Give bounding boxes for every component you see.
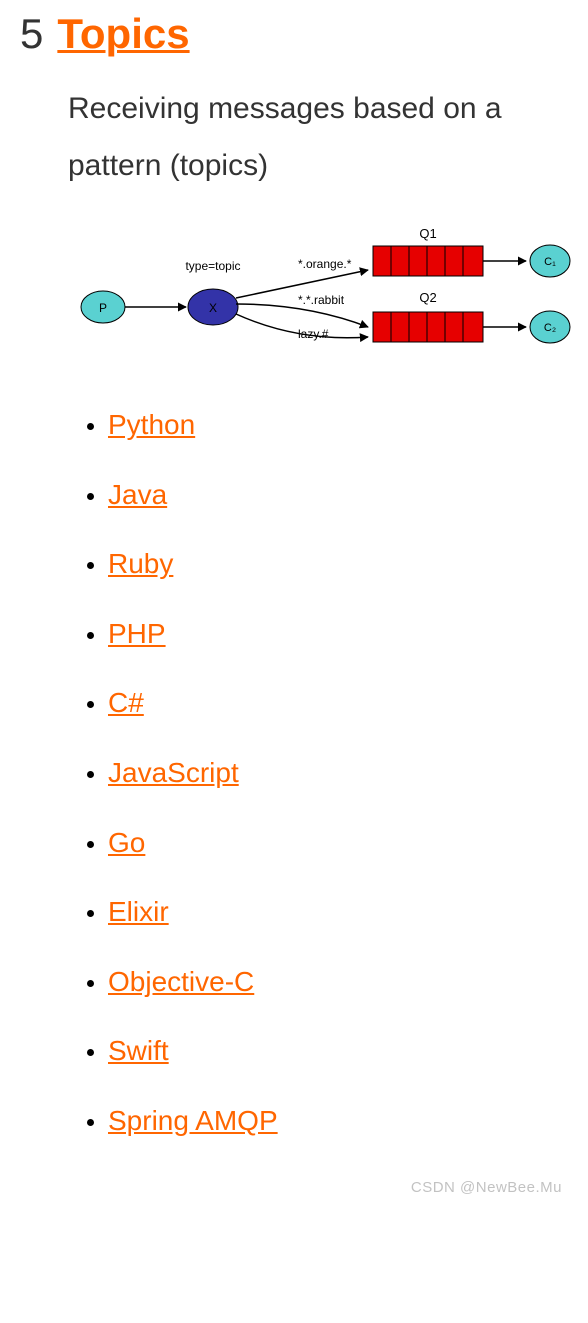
list-item: Objective-C — [108, 965, 588, 999]
lang-link[interactable]: Go — [108, 827, 145, 858]
consumer-label-1: C₂ — [544, 322, 556, 334]
queue-1 — [373, 312, 483, 342]
lang-link[interactable]: C# — [108, 687, 144, 718]
queue-0 — [373, 246, 483, 276]
language-list: Python Java Ruby PHP C# JavaScript Go El… — [68, 408, 588, 1138]
lang-link[interactable]: Python — [108, 409, 195, 440]
list-item: JavaScript — [108, 756, 588, 790]
exchange-type-label: type=topic — [185, 259, 240, 273]
lang-link[interactable]: JavaScript — [108, 757, 239, 788]
lang-link[interactable]: Java — [108, 479, 167, 510]
list-item: Spring AMQP — [108, 1104, 588, 1138]
binding-key-1: *.*.rabbit — [298, 293, 345, 307]
exchange-label: X — [209, 301, 217, 315]
queue-label-0: Q1 — [419, 226, 436, 241]
section-number: 5 — [20, 10, 43, 58]
list-item: C# — [108, 686, 588, 720]
binding-key-2: lazy.# — [298, 327, 329, 341]
producer-label: P — [99, 301, 107, 315]
list-item: Elixir — [108, 895, 588, 929]
queue-label-1: Q2 — [419, 290, 436, 305]
list-item: Go — [108, 826, 588, 860]
lang-link[interactable]: PHP — [108, 618, 166, 649]
list-item: Swift — [108, 1034, 588, 1068]
lang-link[interactable]: Objective-C — [108, 966, 254, 997]
list-item: Python — [108, 408, 588, 442]
section-body: Receiving messages based on a pattern (t… — [20, 80, 588, 1138]
list-item: Ruby — [108, 547, 588, 581]
lang-link[interactable]: Swift — [108, 1035, 169, 1066]
section-heading: 5 Topics — [20, 10, 588, 58]
list-item: PHP — [108, 617, 588, 651]
lang-link[interactable]: Spring AMQP — [108, 1105, 278, 1136]
section-subtitle: Receiving messages based on a pattern (t… — [68, 80, 588, 194]
list-item: Java — [108, 478, 588, 512]
section-title-link[interactable]: Topics — [57, 10, 189, 58]
consumer-label-0: C₁ — [544, 256, 556, 268]
topic-exchange-diagram: P X type=topic *.orange.* *.*.rabbit laz… — [68, 212, 588, 377]
lang-link[interactable]: Ruby — [108, 548, 173, 579]
lang-link[interactable]: Elixir — [108, 896, 169, 927]
content-wrap: 5 Topics Receiving messages based on a p… — [0, 0, 588, 1204]
binding-key-0: *.orange.* — [298, 257, 352, 271]
watermark: CSDN @NewBee.Mu — [411, 1179, 562, 1196]
